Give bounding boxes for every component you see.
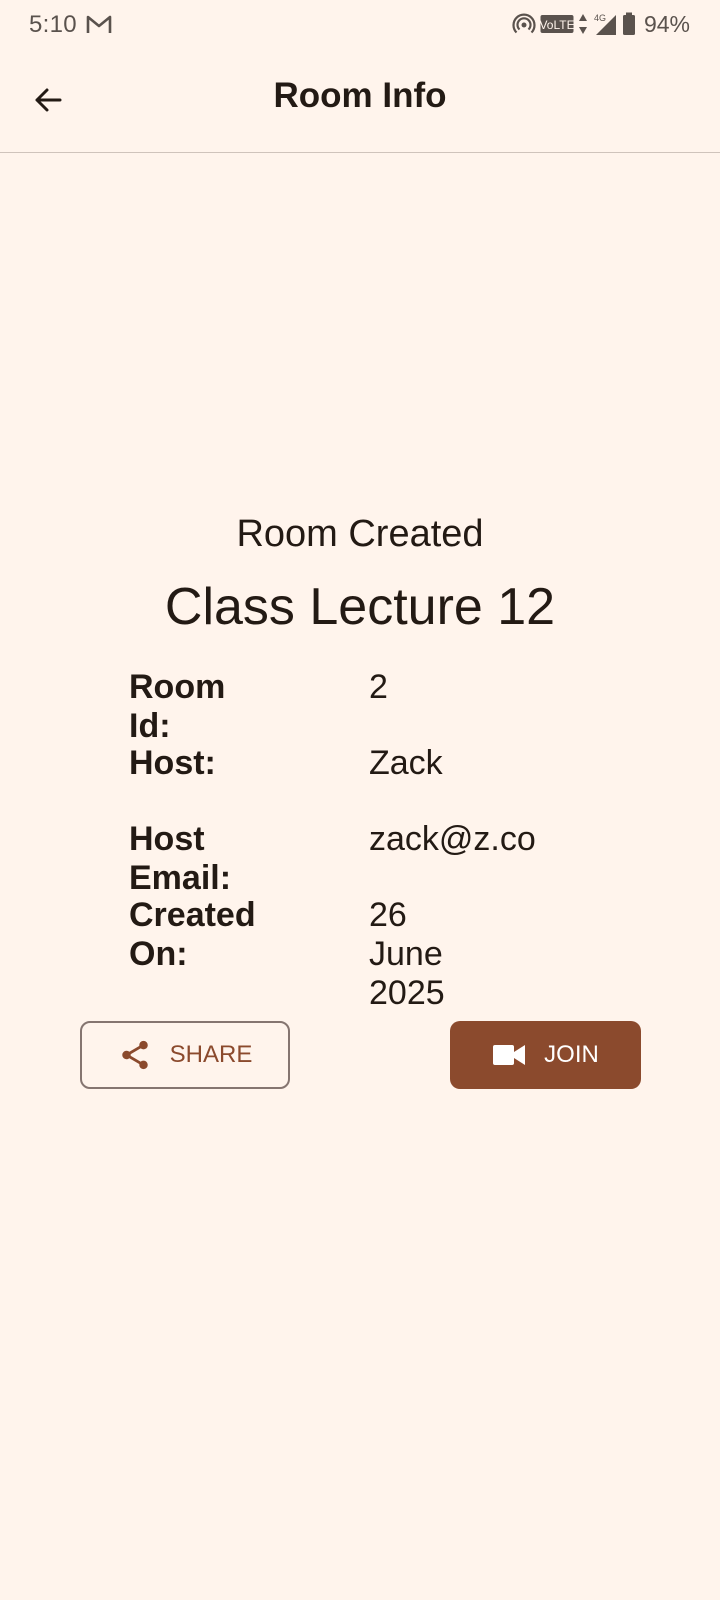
signal-4g-icon: 4G (592, 12, 618, 36)
detail-label: Host: (129, 744, 216, 782)
detail-label: Created On: (129, 896, 256, 973)
network-type-text: 4G (594, 13, 606, 23)
detail-value: Zack (369, 744, 443, 782)
detail-label: Host Email: (129, 820, 232, 897)
room-name: Class Lecture 12 (164, 578, 556, 636)
volte-text: VoLTE (540, 18, 574, 32)
detail-value: 26 June 2025 (369, 896, 445, 1012)
battery-percentage: 94% (643, 10, 690, 37)
status-icons: VoLTE 4G 94% (512, 10, 690, 38)
detail-value: 2 (369, 668, 388, 706)
data-arrows-icon (578, 13, 588, 35)
status-time: 5:10 (29, 11, 77, 38)
room-status-text: Room Created (236, 513, 484, 555)
join-button-label: JOIN (544, 1041, 599, 1068)
status-bar: 5:10 VoLTE 4G 94% (0, 0, 720, 50)
join-button[interactable]: JOIN (450, 1021, 641, 1089)
app-bar: Room Info (0, 50, 720, 153)
videocam-icon (492, 1042, 526, 1068)
page-title: Room Info (273, 76, 447, 115)
share-button[interactable]: SHARE (80, 1021, 290, 1089)
volte-icon: VoLTE (540, 14, 574, 34)
detail-value: zack@z.co (369, 820, 536, 858)
room-info-content: Room Created Class Lecture 12 Room Id: 2… (0, 500, 720, 1012)
hotspot-icon (512, 12, 536, 36)
share-button-label: SHARE (169, 1041, 253, 1068)
share-icon (118, 1038, 152, 1072)
detail-label: Room Id: (129, 668, 226, 745)
gmail-icon (86, 14, 112, 34)
battery-icon (622, 12, 636, 36)
